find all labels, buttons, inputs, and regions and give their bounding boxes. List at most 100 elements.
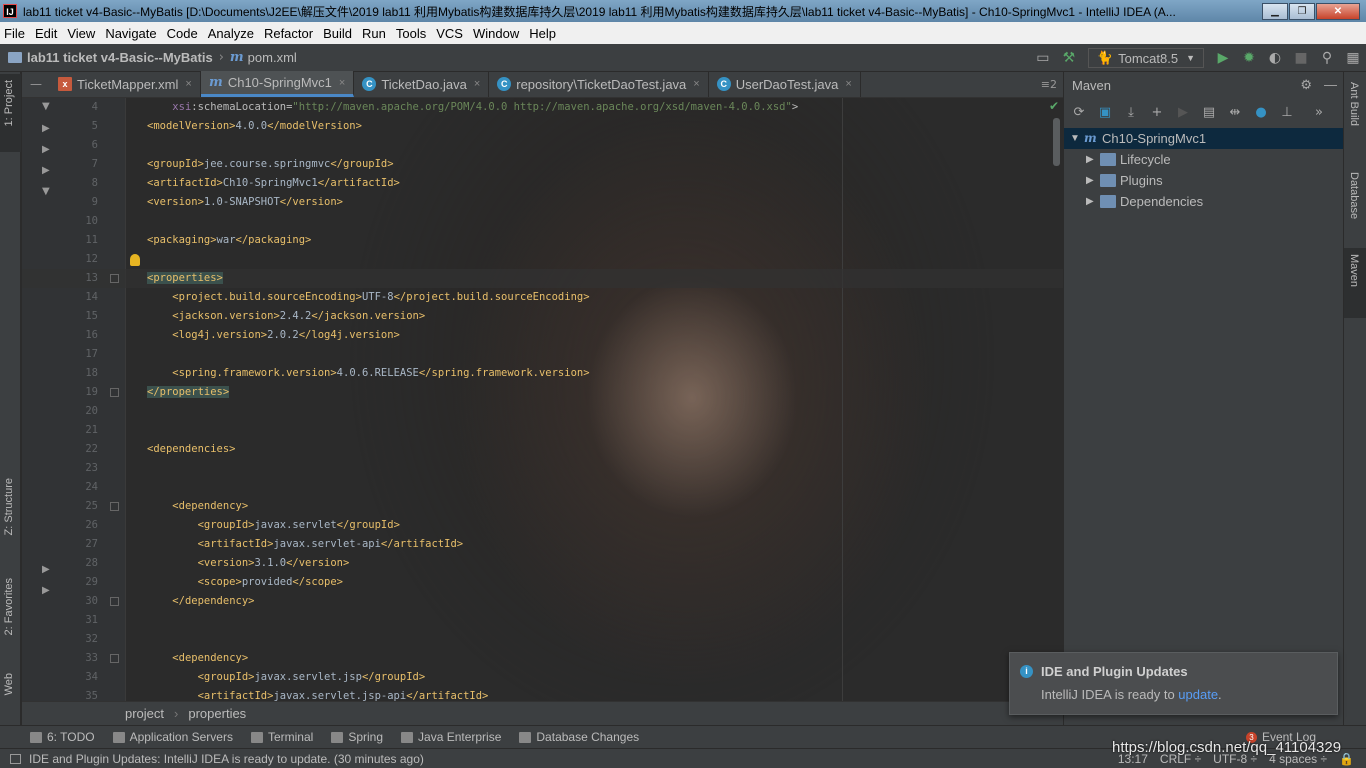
editor-scrollbar[interactable]	[1053, 118, 1060, 166]
menu-analyze[interactable]: Analyze	[208, 26, 254, 41]
minimize-button[interactable]: ▁	[1262, 2, 1288, 20]
close-tab-icon[interactable]: ×	[474, 78, 480, 90]
menu-window[interactable]: Window	[473, 26, 519, 41]
code-line[interactable]: 12	[22, 250, 1063, 269]
tool-window-java-enterprise[interactable]: Java Enterprise	[401, 730, 501, 744]
tool-tab-database[interactable]: Database	[1344, 166, 1366, 244]
code-line[interactable]: 5 <modelVersion>4.0.0</modelVersion>	[22, 117, 1063, 136]
tool-window-application-servers[interactable]: Application Servers	[112, 730, 233, 744]
close-tab-icon[interactable]: ×	[845, 78, 851, 90]
maven-tree-root[interactable]: ▼ m Ch10-SpringMvc1	[1064, 128, 1343, 149]
close-window-button[interactable]: ✕	[1316, 2, 1360, 20]
skip-tests-icon[interactable]: ●	[1252, 103, 1270, 121]
run-icon[interactable]: ▶	[1212, 47, 1234, 69]
stop-icon[interactable]: ■	[1290, 47, 1312, 69]
tab-ch10-springmvc1[interactable]: m Ch10-SpringMvc1 ×	[200, 71, 355, 97]
collapse-pane-icon[interactable]: —	[22, 71, 50, 97]
tab-ticketmapper[interactable]: x TicketMapper.xml ×	[50, 71, 201, 97]
tool-window-database-changes[interactable]: Database Changes	[519, 730, 639, 744]
reimport-icon[interactable]: ⟳	[1070, 103, 1088, 121]
add-project-icon[interactable]: +	[1148, 103, 1166, 121]
tool-window-terminal[interactable]: Terminal	[250, 730, 313, 744]
tab-ticketdaotest[interactable]: C repository\TicketDaoTest.java ×	[489, 71, 709, 97]
code-line[interactable]: 13 <properties>	[22, 269, 1063, 288]
code-line[interactable]: 24	[22, 478, 1063, 497]
generate-sources-icon[interactable]: ▣	[1096, 103, 1114, 121]
code-line[interactable]: 17	[22, 345, 1063, 364]
menu-vcs[interactable]: VCS	[436, 26, 463, 41]
download-icon[interactable]: ⤓	[1122, 103, 1140, 121]
code-line[interactable]: 8 <artifactId>Ch10-SpringMvc1</artifactId…	[22, 174, 1063, 193]
menu-file[interactable]: File	[4, 26, 25, 41]
code-line[interactable]: 22 <dependencies>	[22, 440, 1063, 459]
code-line[interactable]: 21	[22, 421, 1063, 440]
build-hammer-icon[interactable]: ⚒	[1058, 47, 1080, 69]
fold-marker-icon[interactable]	[110, 274, 119, 283]
tool-tab-maven[interactable]: Maven	[1344, 248, 1366, 318]
tab-ticketdao[interactable]: C TicketDao.java ×	[354, 71, 490, 97]
code-line[interactable]: 9 <version>1.0-SNAPSHOT</version>	[22, 193, 1063, 212]
code-line[interactable]: 14 <project.build.sourceEncoding>UTF-8</…	[22, 288, 1063, 307]
layout-icon[interactable]: ▭	[1032, 47, 1054, 69]
code-line[interactable]: 31	[22, 611, 1063, 630]
search-icon[interactable]: ⚲	[1316, 47, 1338, 69]
tab-overflow-button[interactable]: ≡2	[1041, 78, 1057, 91]
tool-tab-favorites[interactable]: 2: Favorites	[0, 572, 21, 652]
debug-icon[interactable]: ✹	[1238, 47, 1260, 69]
fold-marker-icon[interactable]	[110, 502, 119, 511]
code-line[interactable]: 11 <packaging>war</packaging>	[22, 231, 1063, 250]
menu-tools[interactable]: Tools	[396, 26, 426, 41]
menu-build[interactable]: Build	[323, 26, 352, 41]
code-line[interactable]: 35 <artifactId>javax.servlet.jsp-api</ar…	[22, 687, 1063, 701]
status-message[interactable]: IDE and Plugin Updates: IntelliJ IDEA is…	[29, 752, 424, 766]
code-line[interactable]: 28 <version>3.1.0</version>	[22, 554, 1063, 573]
tool-tab-web[interactable]: Web	[0, 667, 21, 717]
tool-window-todo[interactable]: 6: TODO	[30, 730, 95, 744]
code-line[interactable]: 10	[22, 212, 1063, 231]
code-line[interactable]: 26 <groupId>javax.servlet</groupId>	[22, 516, 1063, 535]
tool-tab-ant-build[interactable]: Ant Build	[1344, 76, 1366, 156]
code-line[interactable]: 4 xsi:schemaLocation="http://maven.apach…	[22, 98, 1063, 117]
close-tab-icon[interactable]: ×	[693, 78, 699, 90]
update-link[interactable]: update	[1178, 687, 1218, 702]
fold-marker-icon[interactable]	[110, 654, 119, 663]
menu-edit[interactable]: Edit	[35, 26, 57, 41]
tab-userdaotest[interactable]: C UserDaoTest.java ×	[709, 71, 861, 97]
maven-tree-lifecycle[interactable]: ▶ Lifecycle	[1064, 149, 1343, 170]
code-line[interactable]: 29 <scope>provided</scope>	[22, 573, 1063, 592]
toggle-offline-icon[interactable]: ⇹	[1226, 103, 1244, 121]
tool-tab-structure[interactable]: Z: Structure	[0, 472, 21, 562]
menu-refactor[interactable]: Refactor	[264, 26, 313, 41]
tool-tab-project[interactable]: 1: Project	[0, 74, 21, 152]
code-line[interactable]: 30 </dependency>	[22, 592, 1063, 611]
menu-help[interactable]: Help	[529, 26, 556, 41]
code-line[interactable]: 16 <log4j.version>2.0.2</log4j.version>	[22, 326, 1063, 345]
breadcrumb-project[interactable]: project	[125, 706, 164, 721]
close-tab-icon[interactable]: ×	[339, 77, 345, 89]
maven-tree-dependencies[interactable]: ▶ Dependencies	[1064, 191, 1343, 212]
menu-view[interactable]: View	[67, 26, 95, 41]
close-tab-icon[interactable]: ×	[185, 78, 191, 90]
code-editor[interactable]: ▼ ▶ ▶ ▶ ▼ ▶ ▶ 4 xsi:schemaLocation="http…	[22, 98, 1063, 701]
execute-goal-icon[interactable]: ▤	[1200, 103, 1218, 121]
code-line[interactable]: 23	[22, 459, 1063, 478]
toggle-tool-buttons-icon[interactable]	[10, 753, 21, 764]
show-dependencies-icon[interactable]: ⊥	[1278, 103, 1296, 121]
tool-window-spring[interactable]: Spring	[331, 730, 383, 744]
lock-icon[interactable]: 🔒	[1339, 752, 1354, 766]
code-line[interactable]: 18 <spring.framework.version>4.0.6.RELEA…	[22, 364, 1063, 383]
code-line[interactable]: 32	[22, 630, 1063, 649]
fold-marker-icon[interactable]	[110, 597, 119, 606]
lightbulb-icon[interactable]	[130, 254, 140, 266]
code-line[interactable]: 27 <artifactId>javax.servlet-api</artifa…	[22, 535, 1063, 554]
nav-project[interactable]: lab11 ticket v4-Basic--MyBatis	[8, 50, 213, 65]
code-line[interactable]: 20	[22, 402, 1063, 421]
nav-file[interactable]: m pom.xml	[230, 50, 297, 65]
maven-tree-plugins[interactable]: ▶ Plugins	[1064, 170, 1343, 191]
code-line[interactable]: 19 </properties>	[22, 383, 1063, 402]
update-notification[interactable]: i IDE and Plugin Updates IntelliJ IDEA i…	[1009, 652, 1338, 715]
maximize-button[interactable]: ❐	[1289, 2, 1315, 20]
settings-icon[interactable]: ▦	[1342, 47, 1364, 69]
code-line[interactable]: 33 <dependency>	[22, 649, 1063, 668]
hide-panel-icon[interactable]: —	[1324, 77, 1337, 93]
